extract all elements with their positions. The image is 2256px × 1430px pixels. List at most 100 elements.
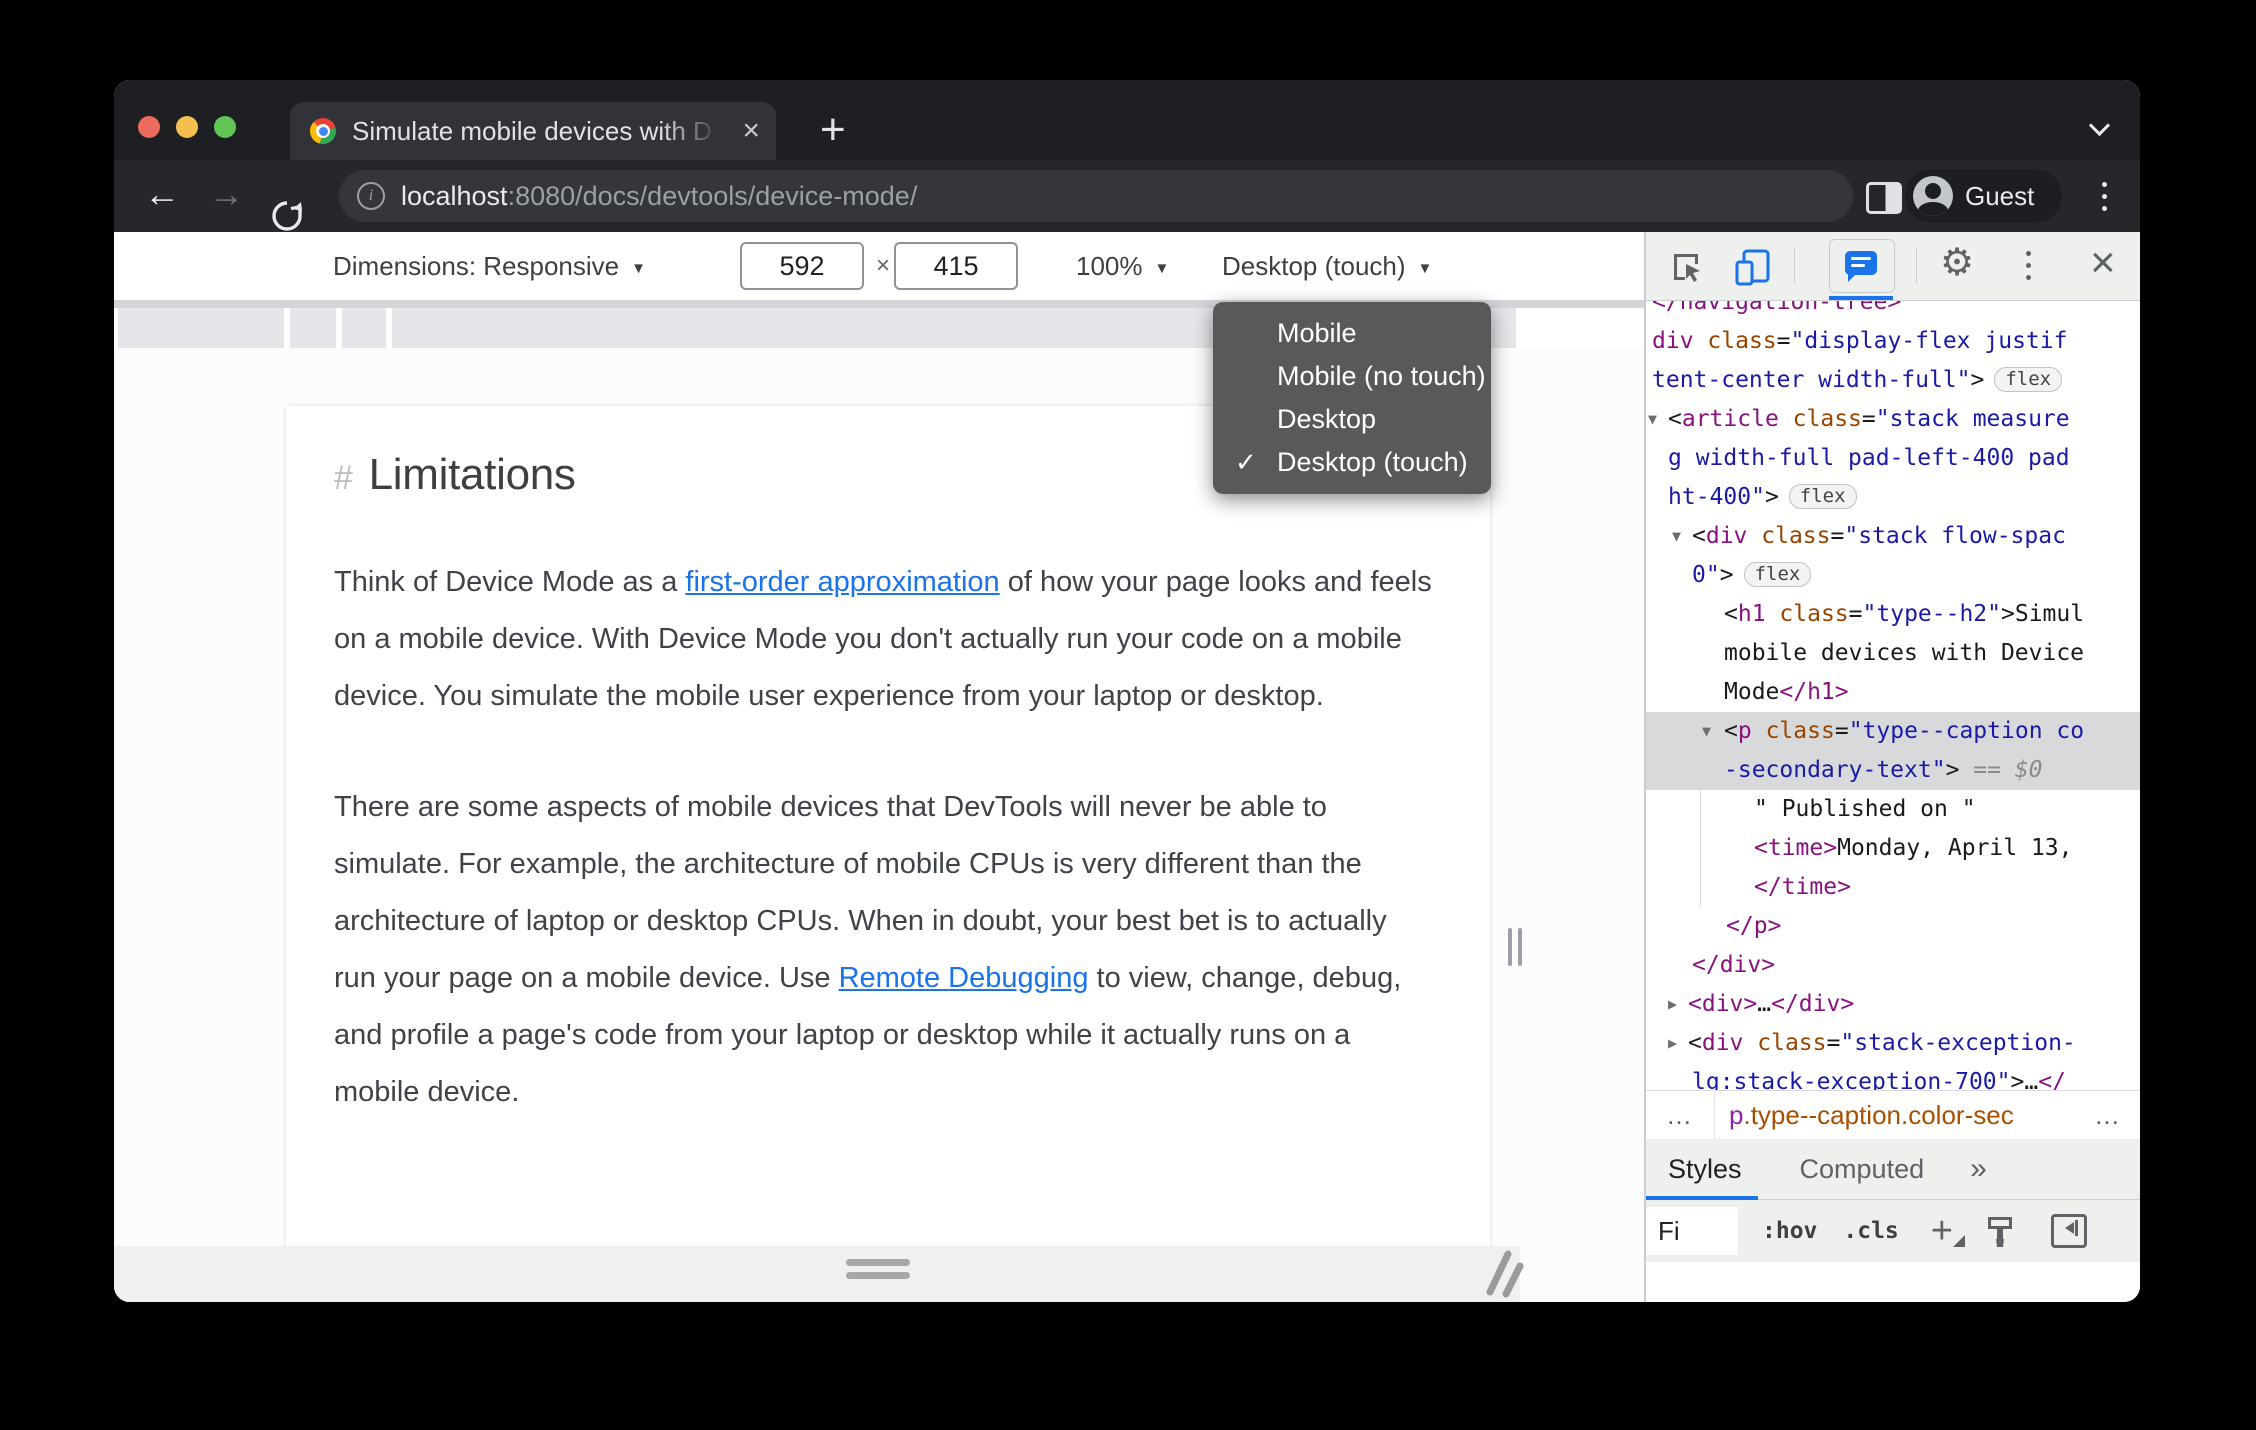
devtools-close-icon[interactable]: × <box>2090 238 2116 288</box>
dimensions-select[interactable]: Dimensions: Responsive ▼ <box>333 232 646 300</box>
flex-badge[interactable]: flex <box>1743 562 1812 587</box>
device-type-select[interactable]: Desktop (touch) ▼ <box>1222 232 1432 300</box>
dom-tree-line[interactable]: -secondary-text"> == $0 <box>1646 751 2140 790</box>
dom-tree-line[interactable]: lg:stack-exception-700">…</ <box>1646 1063 2140 1090</box>
media-query-segment[interactable] <box>290 308 336 348</box>
dom-tree-line[interactable]: div class="display-flex justif <box>1646 322 2140 361</box>
tab-title: Simulate mobile devices with D <box>352 115 712 146</box>
url-host: localhost <box>401 180 508 211</box>
inspect-element-icon[interactable] <box>1670 250 1704 284</box>
dom-tree-line[interactable]: ▼ <p class="type--caption co <box>1646 712 2140 751</box>
more-tabs-icon[interactable]: » <box>1970 1152 1987 1186</box>
breadcrumb-item[interactable]: p.type--caption.color-sec <box>1729 1100 2014 1131</box>
dom-tree-line[interactable]: <time>Monday, April 13, <box>1646 829 2140 868</box>
viewport-height-handle[interactable] <box>846 1259 910 1285</box>
breadcrumb-overflow-right[interactable]: … <box>2094 1100 2140 1131</box>
page-link[interactable]: Remote Debugging <box>839 962 1089 994</box>
paragraph-2: There are some aspects of mobile devices… <box>334 791 1402 1108</box>
flex-badge[interactable]: flex <box>1994 367 2063 392</box>
tab-search-chevron-icon[interactable] <box>2092 116 2110 134</box>
dimensions-times: × <box>876 252 891 279</box>
collapse-arrow-icon[interactable]: ▼ <box>1672 517 1681 556</box>
dom-tree-line[interactable]: ▼ <div class="stack flow-spac <box>1646 517 2140 556</box>
breadcrumb: … p.type--caption.color-sec … <box>1646 1090 2140 1139</box>
width-input[interactable]: 592 <box>740 242 864 290</box>
devtools-toolbar: ⚙ × <box>1646 232 2140 301</box>
dom-tree-line[interactable]: ▶ <div>…</div> <box>1646 985 2140 1024</box>
device-type-option[interactable]: Mobile (no touch) <box>1213 355 1491 398</box>
expand-arrow-icon[interactable]: ▶ <box>1668 985 1677 1024</box>
collapse-arrow-icon[interactable]: ▼ <box>1702 712 1711 751</box>
dom-tree-line[interactable]: 0"> flex <box>1646 556 2140 595</box>
device-type-option[interactable]: ✓ Desktop (touch) <box>1213 441 1491 484</box>
site-info-icon[interactable]: i <box>357 182 385 210</box>
chrome-favicon-icon <box>310 118 336 144</box>
console-bubble-icon <box>1845 251 1877 282</box>
dom-tree-line[interactable]: tent-center width-full"> flex <box>1646 361 2140 400</box>
styles-filter-input[interactable]: Fi <box>1646 1207 1738 1255</box>
forward-button[interactable]: → <box>208 160 244 232</box>
device-type-option[interactable]: Mobile <box>1213 312 1491 355</box>
dom-tree-line[interactable]: ▶ <div class="stack-exception- <box>1646 1024 2140 1063</box>
heading-anchor[interactable]: # <box>334 459 353 497</box>
console-panel-tab[interactable] <box>1829 239 1895 293</box>
toggle-class-button[interactable]: .cls <box>1843 1218 1898 1244</box>
device-type-menu: Mobile Mobile (no touch) Desktop ✓ Desktop (… <box>1213 302 1491 494</box>
media-query-segment[interactable] <box>118 308 284 348</box>
dom-tree-line[interactable]: mobile devices with Device <box>1646 634 2140 673</box>
styles-toolbar: Fi :hov .cls + <box>1646 1200 2140 1262</box>
dom-tree-line[interactable]: <h1 class="type--h2">Simul <box>1646 595 2140 634</box>
dom-tree-line[interactable]: </time> <box>1646 868 2140 907</box>
paragraph-1: Think of Device Mode as a first-order ap… <box>334 566 1432 712</box>
chevron-down-icon: ▼ <box>631 260 646 277</box>
url-text: localhost:8080/docs/devtools/device-mode… <box>401 181 917 212</box>
profile-label: Guest <box>1965 180 2035 211</box>
dom-tree-line[interactable]: ht-400"> flex <box>1646 478 2140 517</box>
dom-tree-line[interactable]: ▼ <article class="stack measure <box>1646 400 2140 439</box>
close-window-button[interactable] <box>138 116 160 138</box>
sidebar-tabs: Styles Computed » <box>1646 1139 2140 1200</box>
expand-arrow-icon[interactable]: ▶ <box>1668 1024 1677 1063</box>
chevron-down-icon: ▼ <box>1417 260 1433 277</box>
minimize-window-button[interactable] <box>176 116 198 138</box>
devtools-menu-icon[interactable] <box>2026 247 2032 285</box>
profile-button[interactable]: Guest <box>1905 169 2062 223</box>
rendering-brush-icon[interactable] <box>1983 1213 2017 1249</box>
media-query-segment[interactable] <box>342 308 386 348</box>
flex-badge[interactable]: flex <box>1788 484 1857 509</box>
active-panel-underline <box>1829 296 1893 300</box>
tab-computed[interactable]: Computed <box>1800 1154 1925 1185</box>
dock-sidebar-icon[interactable] <box>2050 1214 2087 1248</box>
dom-tree-line[interactable]: g width-full pad-left-400 pad <box>1646 439 2140 478</box>
dom-tree-line[interactable]: </p> <box>1646 907 2140 946</box>
side-panel-icon[interactable] <box>1866 182 1902 214</box>
viewport-bottom-area <box>114 1246 1524 1302</box>
page-link[interactable]: first-order approximation <box>685 566 999 598</box>
tab-styles[interactable]: Styles <box>1668 1154 1742 1185</box>
new-tab-button[interactable]: + <box>820 108 846 152</box>
devtools-filler <box>1646 1262 2140 1302</box>
toggle-hover-state-button[interactable]: :hov <box>1762 1218 1817 1244</box>
dom-tree-line[interactable]: " Published on " <box>1646 790 2140 829</box>
device-toolbar-toggle-icon[interactable] <box>1734 248 1772 286</box>
back-button[interactable]: ← <box>144 160 180 232</box>
address-bar[interactable]: i localhost:8080/docs/devtools/device-mo… <box>339 170 1853 222</box>
dom-tree-line[interactable]: </navigation-tree> <box>1646 301 2140 322</box>
zoom-window-button[interactable] <box>214 116 236 138</box>
height-input[interactable]: 415 <box>894 242 1018 290</box>
breadcrumb-overflow-left[interactable]: … <box>1646 1100 1714 1131</box>
navigation-bar: ← → i localhost:8080/docs/devtools/devic… <box>114 160 2140 232</box>
viewport-corner-handle[interactable] <box>1484 1248 1524 1298</box>
settings-gear-icon[interactable]: ⚙ <box>1940 240 1974 284</box>
device-type-option[interactable]: Desktop <box>1213 398 1491 441</box>
browser-menu-icon[interactable] <box>2102 178 2108 216</box>
browser-window: Simulate mobile devices with D × + ← → i… <box>114 80 2140 1302</box>
tab-close-icon[interactable]: × <box>742 116 760 146</box>
browser-tab[interactable]: Simulate mobile devices with D × <box>290 102 776 160</box>
viewport-width-handle[interactable] <box>1508 928 1522 966</box>
dom-tree-line[interactable]: </div> <box>1646 946 2140 985</box>
new-style-rule-button[interactable]: + <box>1931 1210 1966 1253</box>
dom-tree-line[interactable]: Mode</h1> <box>1646 673 2140 712</box>
collapse-arrow-icon[interactable]: ▼ <box>1648 400 1657 439</box>
zoom-select[interactable]: 100% ▼ <box>1076 232 1169 300</box>
